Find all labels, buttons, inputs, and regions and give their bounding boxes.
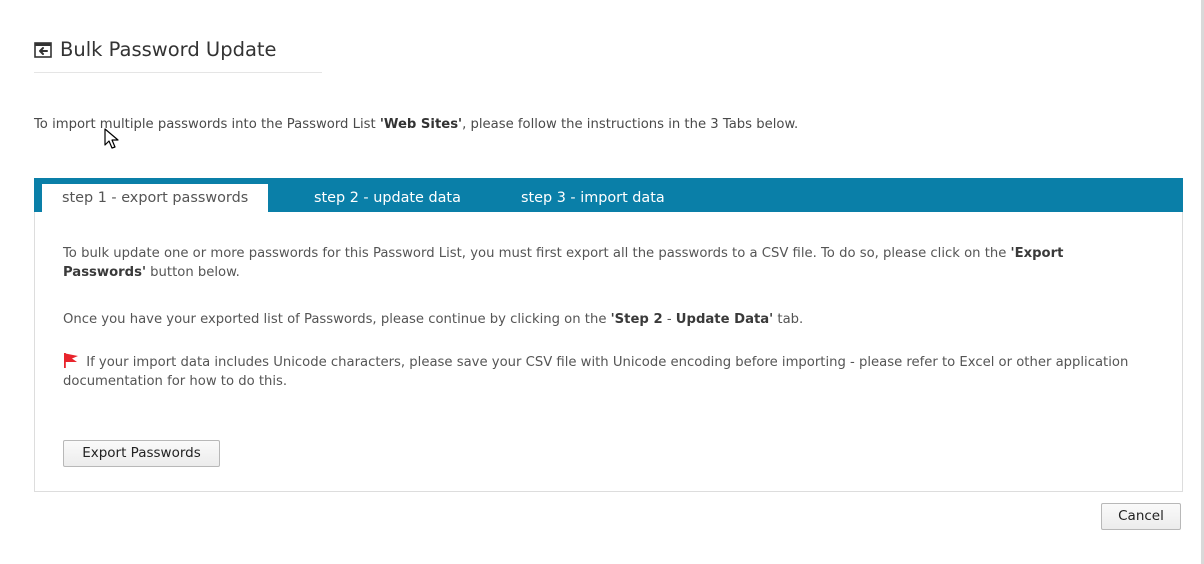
tab-step-2-update[interactable]: step 2 - update data	[294, 184, 481, 212]
unicode-warning-text: If your import data includes Unicode cha…	[63, 355, 1129, 389]
export-instructions-end: button below.	[145, 265, 240, 280]
import-arrow-icon	[34, 42, 52, 58]
export-instructions-text: To bulk update one or more passwords for…	[63, 246, 1011, 261]
step-2-ref: 'Step 2	[610, 312, 663, 327]
password-list-name: 'Web Sites'	[379, 117, 463, 132]
page-header: Bulk Password Update	[34, 38, 322, 73]
intro-prefix: To import multiple passwords into the Pa…	[34, 117, 380, 132]
red-flag-icon	[64, 353, 78, 368]
intro-text: To import multiple passwords into the Pa…	[34, 116, 798, 134]
unicode-warning: If your import data includes Unicode cha…	[63, 352, 1143, 391]
continue-text: Once you have your exported list of Pass…	[63, 312, 611, 327]
mouse-cursor-icon	[104, 128, 119, 149]
export-passwords-button[interactable]: Export Passwords	[63, 440, 220, 467]
export-instructions: To bulk update one or more passwords for…	[63, 244, 1143, 282]
update-data-ref: Update Data'	[675, 312, 774, 327]
tab-bar: step 1 - export passwords step 2 - updat…	[34, 178, 1183, 212]
tab-step-3-import[interactable]: step 3 - import data	[501, 184, 685, 212]
continue-instructions: Once you have your exported list of Pass…	[63, 310, 1143, 329]
tab-panel-step-1: To bulk update one or more passwords for…	[34, 212, 1183, 492]
continue-separator: -	[662, 312, 676, 327]
cancel-button[interactable]: Cancel	[1101, 503, 1181, 530]
tab-step-1-export[interactable]: step 1 - export passwords	[42, 184, 269, 212]
continue-end: tab.	[773, 312, 804, 327]
intro-suffix: , please follow the instructions in the …	[462, 117, 799, 132]
page-title: Bulk Password Update	[60, 38, 277, 61]
